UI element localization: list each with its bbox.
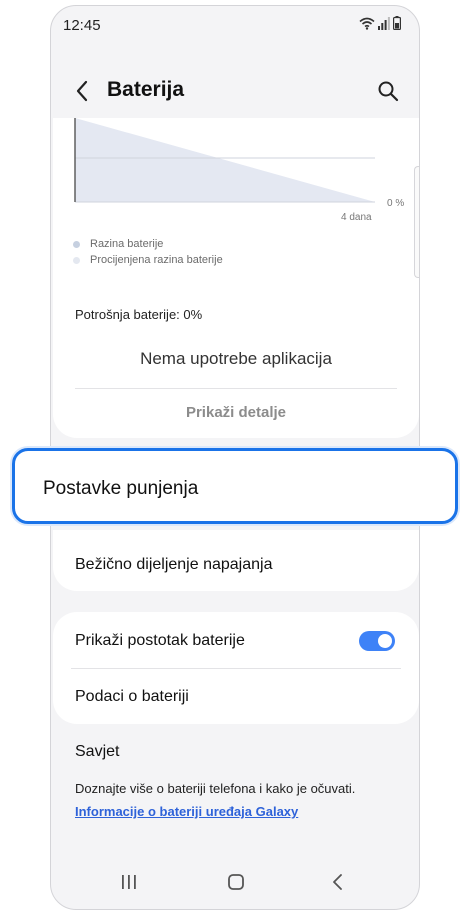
legend-item-estimated-level: Procijenjena razina baterije xyxy=(73,252,223,268)
charging-settings-item[interactable]: Postavke punjenja xyxy=(12,448,458,524)
wireless-powershare-item[interactable]: Bežično dijeljenje napajanja xyxy=(75,556,272,574)
show-battery-percentage-toggle[interactable] xyxy=(359,631,395,651)
chevron-left-icon xyxy=(76,80,88,102)
legend-swatch xyxy=(73,256,80,264)
legend-label: Razina baterije xyxy=(90,238,164,250)
estimated-battery-area xyxy=(75,118,375,202)
divider xyxy=(71,668,401,669)
tip-title: Savjet xyxy=(75,743,120,760)
toggle-knob xyxy=(378,634,392,648)
battery-usage-label: Potrošnja baterije: 0% xyxy=(75,307,203,322)
app-header: Baterija xyxy=(51,61,419,121)
status-bar: 12:45 xyxy=(51,6,419,46)
chart-legend: Razina baterije Procijenjena razina bate… xyxy=(73,236,223,268)
show-battery-percentage-label[interactable]: Prikaži postotak baterije xyxy=(75,632,245,650)
status-time: 12:45 xyxy=(63,17,101,34)
legend-item-battery-level: Razina baterije xyxy=(73,236,223,252)
navigation-bar xyxy=(51,859,419,909)
home-icon[interactable] xyxy=(227,873,245,891)
back-icon[interactable] xyxy=(331,873,345,891)
chart-x-tick-label: 4 dana xyxy=(341,212,372,223)
battery-chart: 0 % 4 dana xyxy=(74,118,404,223)
back-button[interactable] xyxy=(69,77,95,105)
tip-text: Doznajte više o bateriji telefona i kako… xyxy=(75,781,356,796)
signal-icon xyxy=(378,17,390,30)
wifi-icon xyxy=(359,17,375,30)
search-icon xyxy=(378,81,399,102)
battery-settings-card: Prikaži postotak baterije Podaci o bater… xyxy=(53,612,419,724)
recent-apps-icon[interactable] xyxy=(121,875,137,889)
battery-icon xyxy=(393,16,401,30)
chart-y-tick-label: 0 % xyxy=(387,198,404,209)
charging-settings-label: Postavke punjenja xyxy=(43,478,199,499)
scroll-handle[interactable] xyxy=(414,166,419,278)
search-button[interactable] xyxy=(375,77,401,105)
page-title: Baterija xyxy=(107,78,185,101)
legend-label: Procijenjena razina baterije xyxy=(90,254,223,266)
no-app-usage-text: Nema upotrebe aplikacija xyxy=(140,349,332,368)
battery-usage-card: 0 % 4 dana Razina baterije Procijenjena … xyxy=(53,118,419,438)
show-details-button[interactable]: Prikaži detalje xyxy=(53,404,419,421)
galaxy-battery-info-link[interactable]: Informacije o bateriji uređaja Galaxy xyxy=(75,804,298,819)
status-icons xyxy=(359,16,401,30)
legend-swatch xyxy=(73,240,80,248)
divider xyxy=(75,388,397,389)
wireless-powershare-card: Bežično dijeljenje napajanja xyxy=(53,530,419,591)
battery-info-item[interactable]: Podaci o bateriji xyxy=(75,688,189,706)
